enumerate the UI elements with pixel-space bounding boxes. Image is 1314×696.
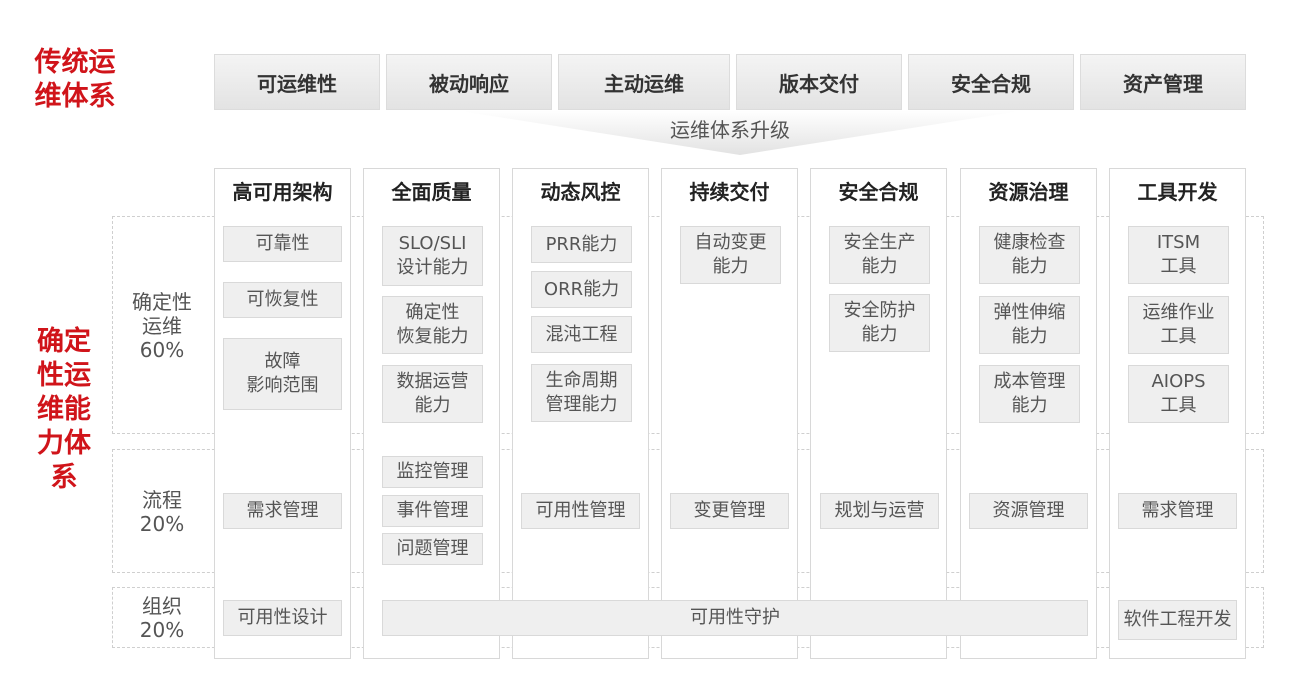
column-header-continuous-delivery: 持续交付 xyxy=(689,179,770,204)
process-box: 规划与运营 xyxy=(820,493,939,529)
capability-box: 运维作业 工具 xyxy=(1128,296,1229,354)
capability-box: 确定性 恢复能力 xyxy=(382,296,483,354)
column-header-ha-architecture: 高可用架构 xyxy=(232,179,333,204)
process-box: 变更管理 xyxy=(670,493,789,529)
org-box: 可用性设计 xyxy=(223,600,342,636)
capability-box: 混沌工程 xyxy=(531,316,632,353)
capability-box: 可恢复性 xyxy=(223,282,342,318)
capability-box: 弹性伸缩 能力 xyxy=(979,296,1080,354)
process-box: 事件管理 xyxy=(382,495,483,527)
deterministic-ops-title: 确定 性运 维能 力体 系 xyxy=(37,326,91,493)
org-box-span: 可用性守护 xyxy=(382,600,1088,636)
process-box: 需求管理 xyxy=(1118,493,1237,529)
column-header-resource-governance: 资源治理 xyxy=(988,179,1069,204)
capability-box: 生命周期 管理能力 xyxy=(531,364,632,422)
row-label-deterministic: 确定性 运维 60% xyxy=(132,290,192,362)
traditional-item-operability: 可运维性 xyxy=(214,54,380,110)
process-box: 问题管理 xyxy=(382,533,483,565)
column-header-dynamic-risk: 动态风控 xyxy=(540,179,621,204)
process-box: 资源管理 xyxy=(969,493,1088,529)
column-header-total-quality: 全面质量 xyxy=(391,179,472,204)
capability-box: 安全生产 能力 xyxy=(829,226,930,284)
capability-box: 故障 影响范围 xyxy=(223,338,342,410)
capability-box: ITSM 工具 xyxy=(1128,226,1229,284)
traditional-item-active-ops: 主动运维 xyxy=(558,54,730,110)
capability-box: 数据运营 能力 xyxy=(382,365,483,423)
capability-box: 自动变更 能力 xyxy=(680,226,781,284)
column-header-tool-development: 工具开发 xyxy=(1137,179,1218,204)
process-box: 可用性管理 xyxy=(521,493,640,529)
traditional-item-security-compliance: 安全合规 xyxy=(908,54,1074,110)
row-label-org: 组织 20% xyxy=(139,594,185,642)
capability-box: PRR能力 xyxy=(531,226,632,263)
traditional-item-release-delivery: 版本交付 xyxy=(736,54,902,110)
process-box: 监控管理 xyxy=(382,456,483,488)
row-label-process: 流程 20% xyxy=(139,488,185,536)
capability-box: ORR能力 xyxy=(531,271,632,308)
capability-box: 安全防护 能力 xyxy=(829,294,930,352)
process-box: 需求管理 xyxy=(223,493,342,529)
column-header-security-compliance: 安全合规 xyxy=(838,179,919,204)
capability-box: 健康检查 能力 xyxy=(979,226,1080,284)
traditional-item-asset-management: 资产管理 xyxy=(1080,54,1246,110)
traditional-item-passive-response: 被动响应 xyxy=(386,54,552,110)
traditional-ops-title: 传统运 维体系 xyxy=(34,47,116,112)
capability-box: 可靠性 xyxy=(223,226,342,262)
capability-box: 成本管理 能力 xyxy=(979,365,1080,423)
capability-box: SLO/SLI 设计能力 xyxy=(382,226,483,286)
org-box: 软件工程开发 xyxy=(1118,600,1237,640)
capability-box: AIOPS 工具 xyxy=(1128,365,1229,423)
upgrade-label: 运维体系升级 xyxy=(670,118,790,142)
